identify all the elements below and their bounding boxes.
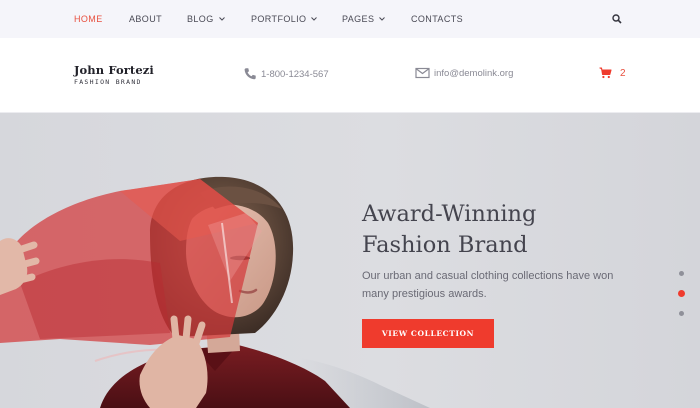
nav-item-label: CONTACTS	[411, 14, 464, 24]
nav-item-label: PAGES	[342, 14, 375, 24]
hero-title: Award-Winning Fashion Brand	[362, 199, 622, 261]
mail-icon	[415, 67, 430, 79]
nav-item-contacts[interactable]: CONTACTS	[411, 0, 463, 38]
email-contact[interactable]: info@demolink.org	[415, 67, 513, 79]
nav-item-blog[interactable]: BLOG	[187, 0, 226, 38]
nav-item-about[interactable]: ABOUT	[129, 0, 162, 38]
hero-title-line-1: Award-Winning	[362, 201, 537, 227]
chevron-down-icon	[218, 17, 225, 21]
slide-dot-1[interactable]	[679, 271, 684, 276]
nav-item-label: BLOG	[187, 14, 214, 24]
cart-icon	[599, 67, 612, 79]
slide-dot-2[interactable]	[678, 290, 685, 297]
nav-item-label: ABOUT	[129, 14, 163, 24]
nav-item-portfolio[interactable]: PORTFOLIO	[251, 0, 318, 38]
chevron-down-icon	[311, 17, 318, 21]
top-navigation: HOME ABOUT BLOG PORTFOLIO PAGES CONTACTS	[0, 0, 700, 38]
phone-icon	[244, 68, 256, 80]
hero-description: Our urban and casual clothing collection…	[362, 270, 614, 300]
slide-dot-3[interactable]	[679, 311, 684, 316]
search-icon[interactable]	[611, 13, 623, 25]
brand-name: John Fortezi	[74, 63, 154, 77]
cart-button[interactable]: 2	[599, 67, 626, 79]
phone-contact[interactable]: 1-800-1234-567	[243, 67, 329, 81]
cart-count: 2	[620, 67, 626, 79]
nav-item-label: PORTFOLIO	[251, 14, 307, 24]
slider-pagination	[678, 271, 686, 321]
email-address: info@demolink.org	[434, 67, 514, 79]
chevron-down-icon	[379, 17, 386, 21]
hero-title-line-2: Fashion Brand	[362, 232, 528, 258]
nav-item-pages[interactable]: PAGES	[342, 0, 386, 38]
brand-tagline: FASHION BRAND	[74, 78, 142, 86]
hero-slider: Award-Winning Fashion Brand Our urban an…	[0, 113, 700, 408]
nav-item-label: HOME	[74, 14, 103, 24]
phone-number: 1-800-1234-567	[261, 68, 329, 80]
view-collection-button[interactable]: VIEW COLLECTION	[362, 319, 494, 348]
nav-item-home[interactable]: HOME	[74, 0, 103, 38]
brand-bar: John Fortezi FASHION BRAND 1-800-1234-56…	[0, 38, 700, 113]
